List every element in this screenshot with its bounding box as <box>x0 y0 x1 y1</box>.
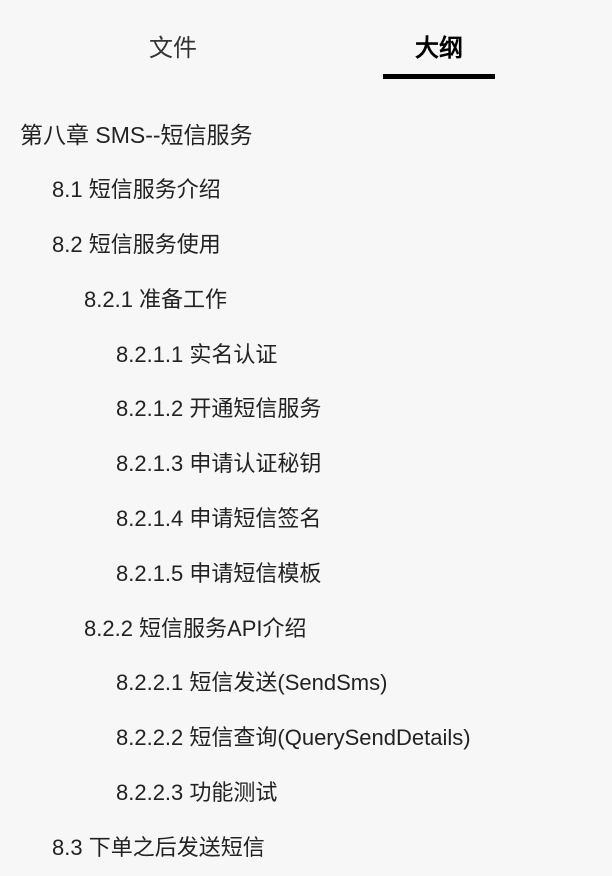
outline-list: 第八章 SMS--短信服务 8.1 短信服务介绍 8.2 短信服务使用 8.2.… <box>0 75 612 876</box>
tab-bar: 文件 大纲 <box>0 0 612 75</box>
outline-item[interactable]: 8.2.2 短信服务API介绍 <box>20 602 592 657</box>
outline-item[interactable]: 8.1 短信服务介绍 <box>20 163 592 218</box>
tab-file[interactable]: 文件 <box>117 20 229 75</box>
outline-item[interactable]: 8.2.1.3 申请认证秘钥 <box>20 437 592 492</box>
outline-item[interactable]: 8.2.1.4 申请短信签名 <box>20 492 592 547</box>
outline-item[interactable]: 8.2.1.2 开通短信服务 <box>20 382 592 437</box>
outline-item[interactable]: 8.2.2.3 功能测试 <box>20 766 592 821</box>
outline-item[interactable]: 8.2.1.5 申请短信模板 <box>20 547 592 602</box>
outline-item[interactable]: 8.2 短信服务使用 <box>20 218 592 273</box>
outline-item[interactable]: 第八章 SMS--短信服务 <box>20 107 592 163</box>
tab-outline[interactable]: 大纲 <box>383 20 495 75</box>
outline-item[interactable]: 8.2.2.2 短信查询(QuerySendDetails) <box>20 711 592 766</box>
outline-item[interactable]: 8.2.1.1 实名认证 <box>20 328 592 383</box>
outline-item[interactable]: 8.2.1 准备工作 <box>20 273 592 328</box>
outline-item[interactable]: 8.3 下单之后发送短信 <box>20 821 592 876</box>
outline-item[interactable]: 8.2.2.1 短信发送(SendSms) <box>20 656 592 711</box>
